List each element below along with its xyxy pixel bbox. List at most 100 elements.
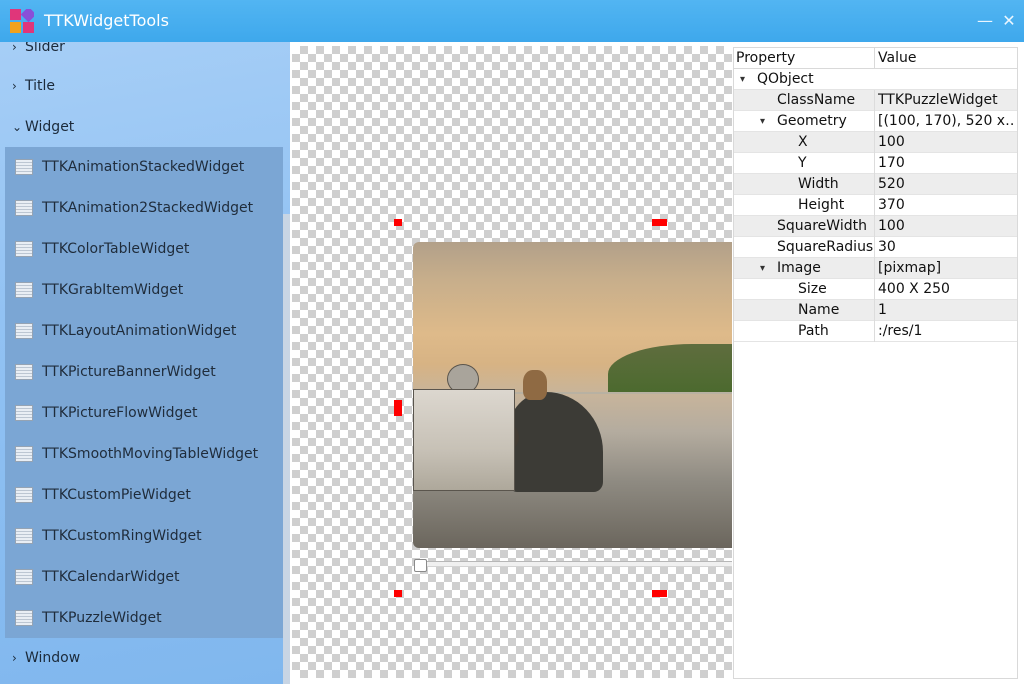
property-name: X bbox=[798, 134, 808, 150]
property-row[interactable]: ▾ Geometry [(100, 170), 520 x… bbox=[734, 111, 1017, 132]
chevron-right-icon: › bbox=[12, 651, 17, 665]
property-row[interactable]: Name 1 bbox=[734, 300, 1017, 321]
property-value[interactable]: [pixmap] bbox=[878, 258, 1016, 279]
list-item-label: TTKSmoothMovingTableWidget bbox=[42, 446, 259, 462]
list-item-label: TTKCalendarWidget bbox=[42, 569, 180, 585]
list-item-selected[interactable]: TTKPuzzleWidget bbox=[5, 598, 283, 639]
category-slider[interactable]: › Slider bbox=[0, 42, 290, 67]
column-divider bbox=[874, 153, 875, 174]
puzzle-piece[interactable] bbox=[413, 389, 515, 491]
category-window[interactable]: › Window bbox=[0, 638, 290, 678]
island-shape bbox=[608, 344, 732, 394]
header-value[interactable]: Value bbox=[878, 48, 916, 68]
property-row[interactable]: Y 170 bbox=[734, 153, 1017, 174]
widget-item-icon bbox=[15, 610, 33, 626]
property-value: 400 X 250 bbox=[878, 281, 950, 297]
list-item[interactable]: TTKLayoutAnimationWidget bbox=[5, 311, 283, 352]
property-row[interactable]: Width 520 bbox=[734, 174, 1017, 195]
property-panel: Property Value ▾ QObject ClassName TTKPu… bbox=[733, 47, 1018, 679]
property-row[interactable]: ▾ QObject bbox=[734, 69, 1017, 90]
property-row[interactable]: Path :/res/1 bbox=[734, 321, 1017, 342]
column-divider bbox=[874, 258, 875, 279]
property-row[interactable]: ▾ Image [pixmap] bbox=[734, 258, 1017, 279]
list-item[interactable]: TTKCalendarWidget bbox=[5, 557, 283, 598]
rock-shape bbox=[508, 392, 603, 492]
property-row[interactable]: Height 370 bbox=[734, 195, 1017, 216]
widget-item-icon bbox=[15, 528, 33, 544]
property-value[interactable]: 370 bbox=[878, 195, 1016, 216]
chevron-right-icon: › bbox=[12, 79, 17, 93]
chevron-right-icon: › bbox=[12, 42, 17, 54]
property-value[interactable]: 30 bbox=[878, 237, 1016, 258]
widget-item-icon bbox=[15, 159, 33, 175]
property-row[interactable]: Size 400 X 250 bbox=[734, 279, 1017, 300]
list-item-label: TTKCustomRingWidget bbox=[42, 528, 202, 544]
column-divider bbox=[874, 279, 875, 300]
property-name: Image bbox=[777, 260, 821, 276]
list-item[interactable]: TTKPictureBannerWidget bbox=[5, 352, 283, 393]
property-value[interactable]: 170 bbox=[878, 153, 1016, 174]
list-item[interactable]: TTKAnimation2StackedWidget bbox=[5, 188, 283, 229]
window-title: TTKWidgetTools bbox=[44, 11, 169, 30]
list-item[interactable]: TTKSmoothMovingTableWidget bbox=[5, 434, 283, 475]
resize-handle[interactable] bbox=[394, 590, 402, 597]
list-item-label: TTKCustomPieWidget bbox=[42, 487, 191, 503]
property-name: Size bbox=[798, 281, 827, 297]
column-divider bbox=[874, 237, 875, 258]
sidebar-scrollbar[interactable] bbox=[283, 214, 290, 684]
widget-item-icon bbox=[15, 241, 33, 257]
list-item[interactable]: TTKCustomPieWidget bbox=[5, 475, 283, 516]
property-name: Geometry bbox=[777, 113, 847, 129]
category-title[interactable]: › Title bbox=[0, 66, 290, 106]
list-item-label: TTKAnimation2StackedWidget bbox=[42, 200, 254, 216]
property-value[interactable]: 100 bbox=[878, 132, 1016, 153]
close-icon[interactable]: ✕ bbox=[998, 10, 1020, 32]
list-item[interactable]: TTKColorTableWidget bbox=[5, 229, 283, 270]
property-row[interactable]: SquareWidth 100 bbox=[734, 216, 1017, 237]
property-value: 1 bbox=[878, 302, 887, 318]
widget-item-icon bbox=[15, 364, 33, 380]
property-name: Height bbox=[798, 197, 845, 213]
resize-handle[interactable] bbox=[652, 590, 667, 597]
property-name: SquareRadius bbox=[777, 239, 874, 255]
puzzle-slider-handle[interactable] bbox=[414, 559, 427, 572]
widget-item-icon bbox=[15, 569, 33, 585]
list-item-label: TTKAnimationStackedWidget bbox=[42, 159, 245, 175]
list-item-label: TTKPictureFlowWidget bbox=[42, 405, 198, 421]
title-bar: TTKWidgetTools — ✕ bbox=[0, 0, 1024, 42]
preview-canvas bbox=[292, 46, 732, 678]
list-item-label: TTKLayoutAnimationWidget bbox=[42, 323, 237, 339]
property-header: Property Value bbox=[734, 48, 1017, 69]
resize-handle[interactable] bbox=[652, 219, 667, 226]
list-item[interactable]: TTKCustomRingWidget bbox=[5, 516, 283, 557]
chevron-down-icon[interactable]: ▾ bbox=[740, 69, 745, 90]
list-item[interactable]: TTKPictureFlowWidget bbox=[5, 393, 283, 434]
minimize-icon[interactable]: — bbox=[974, 10, 996, 32]
list-item[interactable]: TTKGrabItemWidget bbox=[5, 270, 283, 311]
sidebar: › Slider › Title ⌄ Widget TTKAnimationSt… bbox=[0, 42, 290, 684]
chevron-down-icon[interactable]: ▾ bbox=[760, 111, 765, 132]
column-divider bbox=[874, 321, 875, 342]
category-label: Window bbox=[25, 650, 81, 666]
property-value[interactable]: 100 bbox=[878, 216, 1016, 237]
resize-handle[interactable] bbox=[394, 219, 402, 226]
column-divider bbox=[874, 195, 875, 216]
property-name: Path bbox=[798, 323, 829, 339]
category-label: Title bbox=[25, 78, 56, 94]
property-value: [(100, 170), 520 x… bbox=[878, 113, 1016, 129]
column-divider bbox=[874, 300, 875, 321]
list-item[interactable]: TTKAnimationStackedWidget bbox=[5, 147, 283, 188]
list-item-label: TTKPictureBannerWidget bbox=[42, 364, 216, 380]
puzzle-slider-track[interactable] bbox=[420, 561, 732, 567]
property-row[interactable]: SquareRadius 30 bbox=[734, 237, 1017, 258]
list-item-label: TTKGrabItemWidget bbox=[42, 282, 184, 298]
chevron-down-icon[interactable]: ▾ bbox=[760, 258, 765, 279]
category-widget[interactable]: ⌄ Widget bbox=[0, 107, 290, 147]
header-property[interactable]: Property bbox=[736, 48, 795, 68]
chevron-down-icon: ⌄ bbox=[12, 120, 23, 134]
property-row[interactable]: X 100 bbox=[734, 132, 1017, 153]
property-row[interactable]: ClassName TTKPuzzleWidget bbox=[734, 90, 1017, 111]
ttk-logo-icon bbox=[10, 9, 34, 33]
resize-handle[interactable] bbox=[394, 400, 402, 416]
property-value[interactable]: 520 bbox=[878, 174, 1016, 195]
